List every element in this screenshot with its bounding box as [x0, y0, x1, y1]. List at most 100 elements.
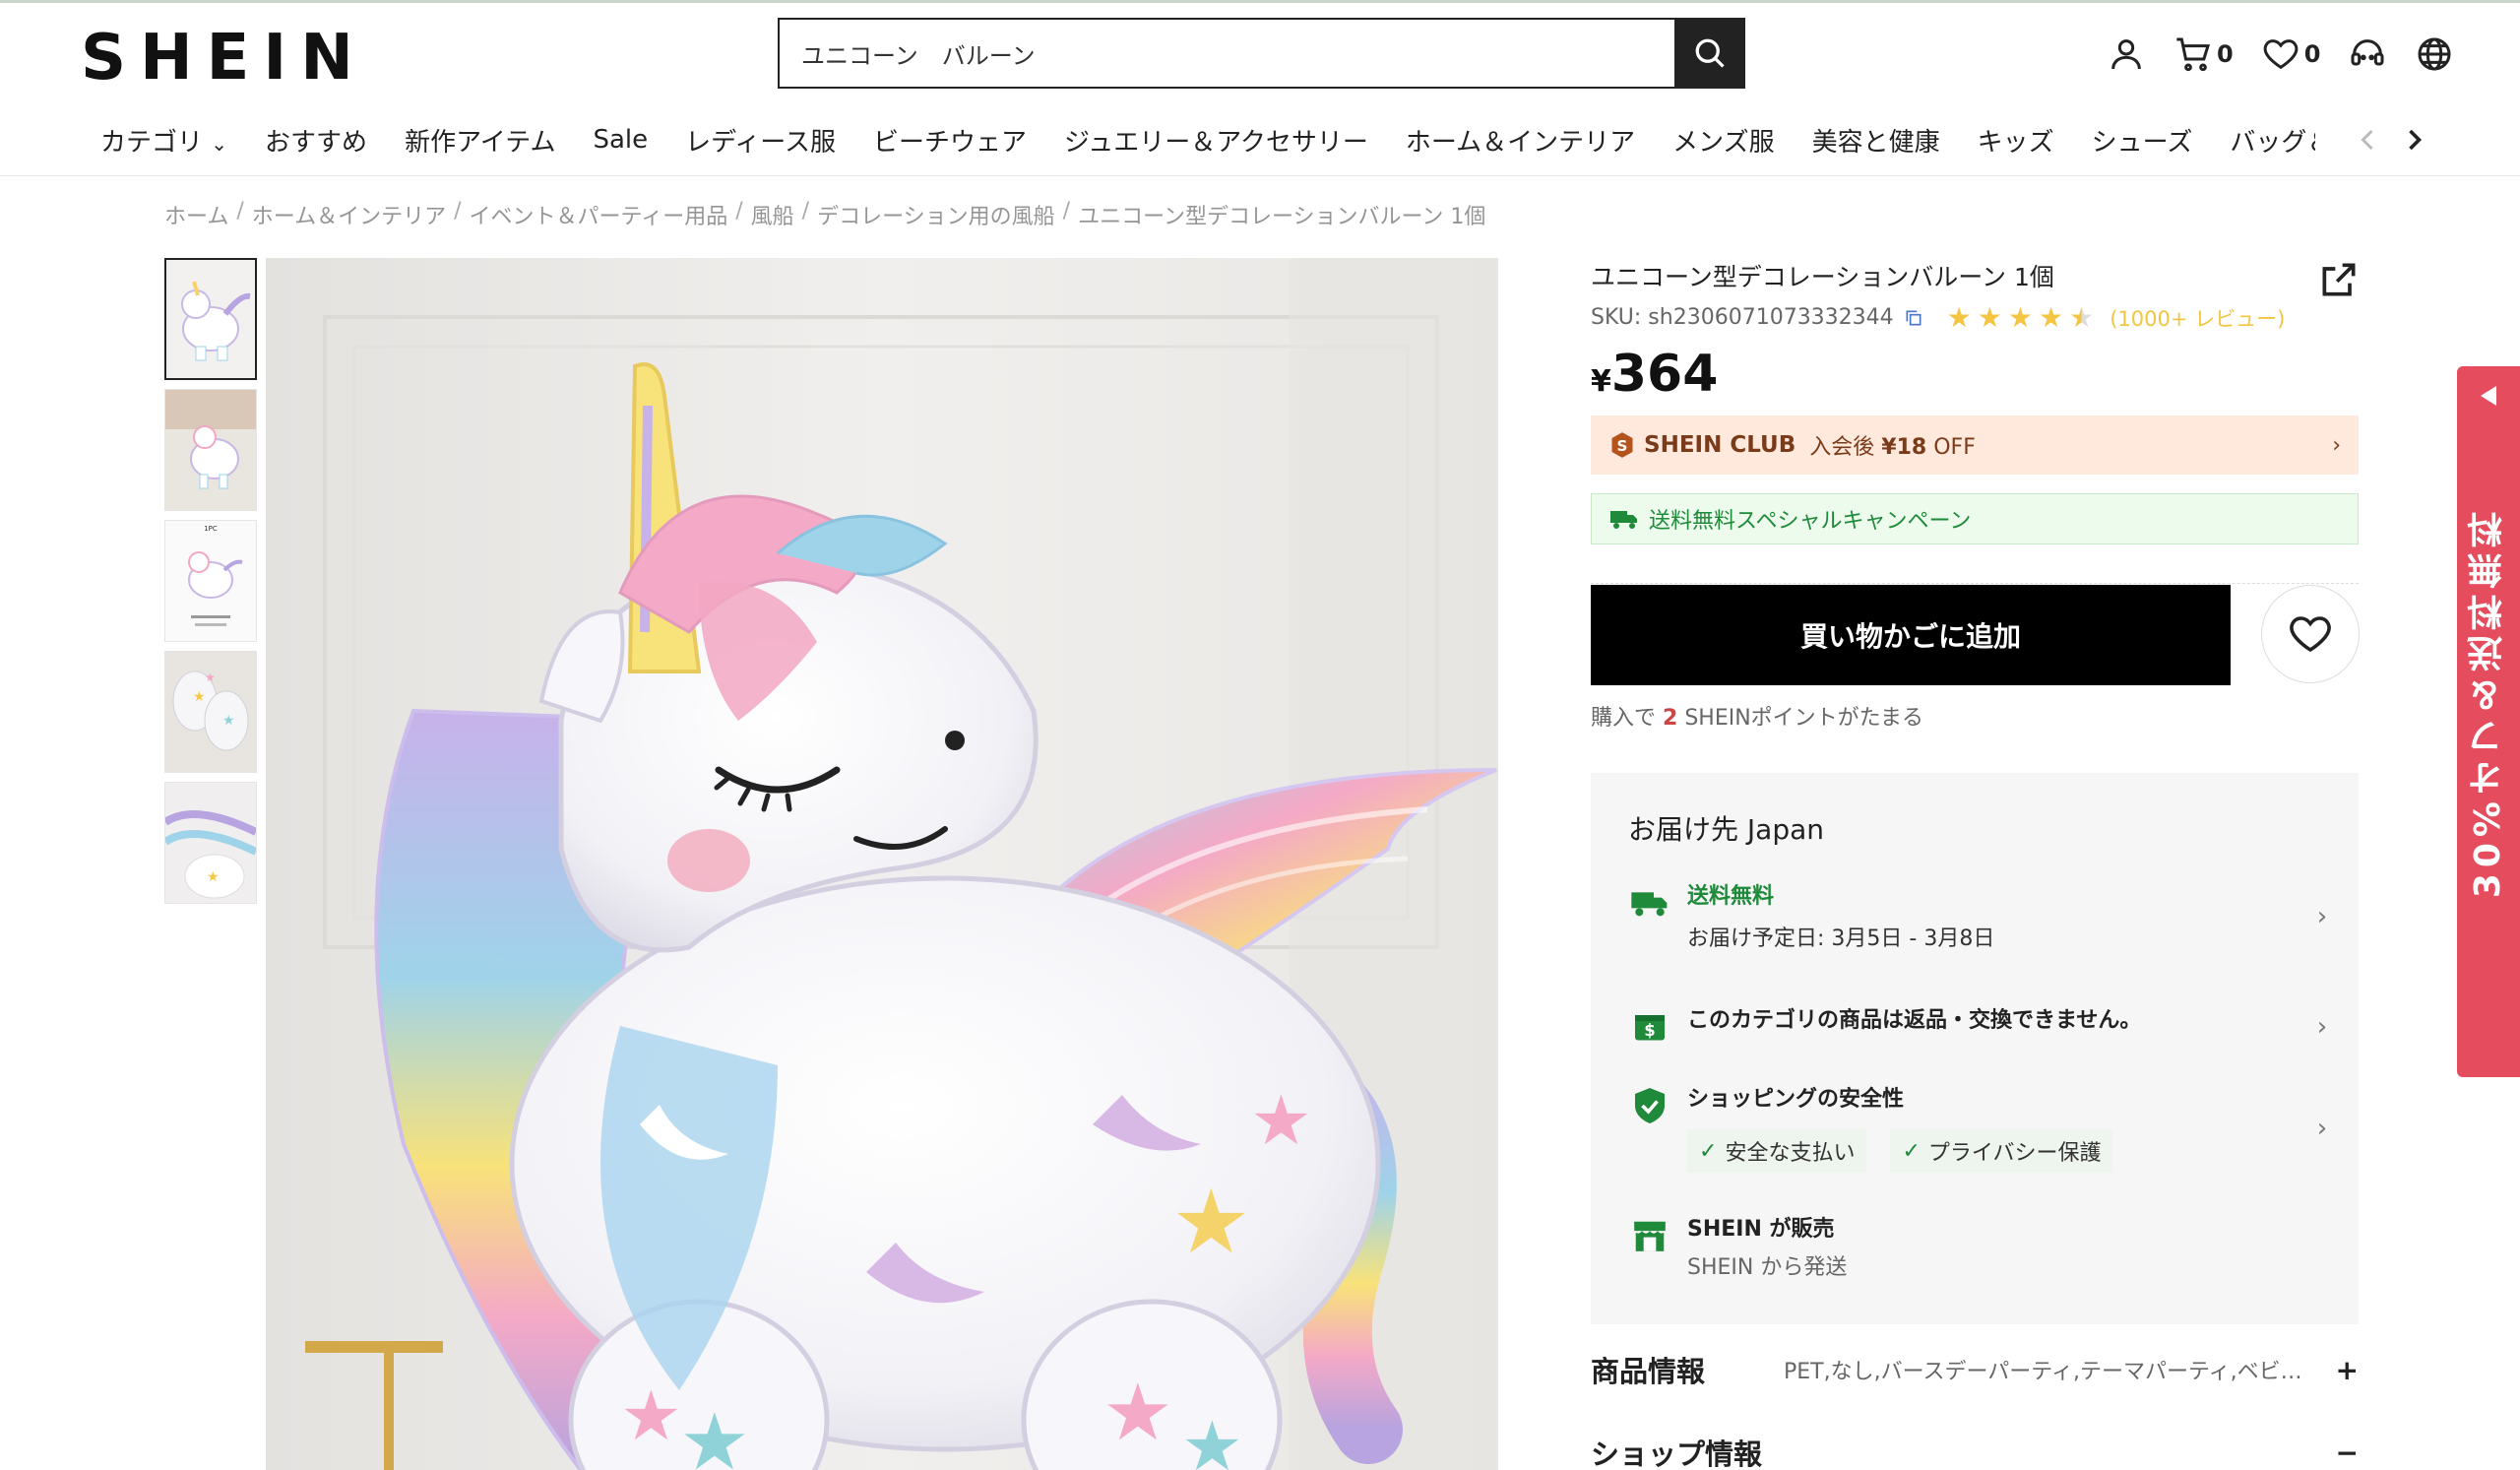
shein-logo[interactable]: SHEIN	[81, 22, 367, 95]
product-info-row[interactable]: 商品情報 PET,なし,バースデーパーティ,テーマパーティ,ベビー... +	[1591, 1349, 2359, 1390]
cart-button[interactable]: 0	[2174, 34, 2234, 74]
svg-text:S: S	[1617, 437, 1628, 455]
top-accent-line	[0, 0, 2520, 3]
copy-icon[interactable]	[1904, 308, 1923, 328]
breadcrumb-item[interactable]: ホーム	[164, 199, 228, 230]
search-button[interactable]	[1674, 18, 1745, 89]
chevron-right-icon: ›	[2332, 432, 2341, 458]
svg-text:★: ★	[1171, 1171, 1251, 1274]
shop-info-row[interactable]: ショップ情報 −	[1591, 1432, 2359, 1470]
svg-text:★: ★	[193, 689, 206, 705]
promo-tab-text: 30%オフ＆送料無料	[2468, 506, 2508, 899]
review-count-link[interactable]: (1000+ レビュー)	[2110, 303, 2285, 333]
nav-item-beauty[interactable]: 美容と健康	[1812, 122, 1940, 159]
language-button[interactable]	[2415, 34, 2454, 74]
free-shipping-label: 送料無料	[1687, 884, 1775, 909]
main-product-image[interactable]: ★ ★ ★ ★ ★ ★	[266, 258, 1498, 1470]
club-description: 入会後 ¥18 OFF	[1809, 435, 1976, 460]
svg-text:★: ★	[207, 869, 220, 885]
wishlist-count: 0	[2303, 40, 2321, 68]
chevron-down-icon: ⌄	[211, 131, 228, 156]
thumbnail-2[interactable]	[164, 389, 257, 511]
cart-count: 0	[2217, 40, 2234, 68]
thumbnail-4[interactable]: ★ ★ ★	[164, 651, 257, 773]
share-icon	[2322, 263, 2356, 296]
account-button[interactable]	[2107, 34, 2146, 74]
nav-item-category[interactable]: カテゴリ ⌄	[100, 122, 227, 159]
share-button[interactable]	[2317, 258, 2361, 305]
nav-item-jewelry[interactable]: ジュエリー＆アクセサリー	[1064, 122, 1368, 159]
security-row[interactable]: ショッピングの安全性 ✓ 安全な支払い ✓ プライバシー保護 ›	[1628, 1084, 2337, 1173]
triangle-left-icon	[2481, 386, 2496, 406]
thumbnail-3[interactable]: 1PC	[164, 520, 257, 642]
wishlist-button[interactable]: 0	[2261, 34, 2321, 74]
nav-prev-arrow-icon[interactable]	[2358, 128, 2377, 152]
nav-item-men[interactable]: メンズ服	[1672, 122, 1774, 159]
nav-item-beachwear[interactable]: ビーチウェア	[873, 122, 1027, 159]
breadcrumb: ホーム / ホーム＆インテリア / イベント＆パーティー用品 / 風船 / デコレーショ…	[164, 199, 1486, 230]
security-title: ショッピングの安全性	[1687, 1087, 1905, 1112]
star-icon: ★	[1946, 301, 1972, 334]
sku-row: SKU: sh2306071073332344 ★ ★ ★ ★ ★ (1000+…	[1591, 301, 2285, 334]
nav-item-sale[interactable]: Sale	[593, 125, 648, 155]
nav-item-women[interactable]: レディース服	[685, 122, 836, 159]
currency-symbol: ¥	[1591, 364, 1611, 399]
thumbnail-5[interactable]: ★	[164, 782, 257, 904]
customer-service-icon	[2351, 39, 2384, 66]
breadcrumb-current: ユニコーン型デコレーションバルーン 1個	[1078, 205, 1486, 229]
nav-item-kids[interactable]: キッズ	[1978, 122, 2054, 159]
return-icon: $	[1635, 1015, 1665, 1041]
promo-side-tab[interactable]: 30%オフ＆送料無料	[2457, 366, 2520, 1077]
shop-info-label: ショップ情報	[1591, 1438, 1763, 1470]
svg-text:★: ★	[620, 1375, 682, 1456]
delivery-info-panel: お届け先 Japan 送料無料 お届け予定日: 3月5日 - 3月8日 › $ …	[1591, 773, 2359, 1324]
search-input[interactable]	[780, 20, 1674, 87]
chevron-right-icon: ›	[2316, 1114, 2328, 1143]
expand-icon[interactable]: +	[2336, 1354, 2359, 1386]
truck-icon	[1610, 511, 1637, 529]
price: ¥364	[1591, 345, 1718, 404]
svg-text:1PC: 1PC	[204, 525, 218, 533]
nav-item-bags[interactable]: バッグ＆リュック	[2230, 122, 2315, 159]
breadcrumb-item[interactable]: イベント＆パーティー用品	[470, 199, 728, 230]
svg-text:★: ★	[205, 671, 216, 684]
nav-item-recommended[interactable]: おすすめ	[265, 122, 367, 159]
star-icon: ★	[2039, 301, 2064, 334]
add-to-wishlist-button[interactable]	[2261, 585, 2360, 683]
shipping-row[interactable]: 送料無料 お届け予定日: 3月5日 - 3月8日 ›	[1628, 881, 2337, 952]
shipping-campaign-text: 送料無料スペシャルキャンペーン	[1649, 509, 1972, 534]
breadcrumb-item[interactable]: ホーム＆インテリア	[252, 199, 446, 230]
delivery-eta: お届け予定日: 3月5日 - 3月8日	[1687, 927, 1995, 951]
check-icon: ✓	[1902, 1138, 1921, 1164]
star-icon: ★	[2007, 301, 2033, 334]
heart-icon	[2263, 39, 2299, 70]
divider	[1591, 583, 2359, 584]
star-icon: ★	[1977, 301, 2002, 334]
breadcrumb-item[interactable]: 風船	[751, 199, 794, 230]
nav-item-home[interactable]: ホーム＆インテリア	[1406, 122, 1635, 159]
nav-item-shoes[interactable]: シューズ	[2092, 122, 2193, 159]
rating-stars: ★ ★ ★ ★ ★	[1947, 301, 2095, 334]
shein-club-banner[interactable]: S SHEIN CLUB 入会後 ¥18 OFF ›	[1591, 415, 2359, 475]
svg-text:★: ★	[679, 1396, 750, 1470]
delivery-destination: お届け先 Japan	[1628, 813, 1824, 846]
add-to-cart-button[interactable]: 買い物かごに追加	[1591, 585, 2231, 685]
return-policy-row[interactable]: $ このカテゴリの商品は返品・交換できません。 ›	[1628, 1005, 2337, 1049]
nav-divider	[0, 175, 2520, 176]
breadcrumb-item[interactable]: デコレーション用の風船	[817, 199, 1055, 230]
thumbnail-list: 1PC ★ ★ ★ ★	[164, 258, 257, 904]
collapse-icon[interactable]: −	[2336, 1437, 2359, 1469]
store-icon	[1634, 1221, 1666, 1251]
support-button[interactable]	[2348, 34, 2387, 74]
svg-text:★: ★	[1250, 1080, 1312, 1161]
search-bar[interactable]	[778, 18, 1745, 89]
seller-text: SHEIN が販売	[1687, 1217, 1835, 1242]
nav-next-arrow-icon[interactable]	[2405, 128, 2425, 152]
user-icon	[2111, 39, 2141, 70]
product-info-label: 商品情報	[1591, 1355, 1706, 1388]
thumbnail-1[interactable]	[164, 258, 257, 380]
nav-item-new[interactable]: 新作アイテム	[405, 122, 555, 159]
price-value: 364	[1610, 345, 1719, 404]
cart-icon	[2176, 37, 2211, 72]
club-badge-icon: S	[1611, 432, 1633, 458]
